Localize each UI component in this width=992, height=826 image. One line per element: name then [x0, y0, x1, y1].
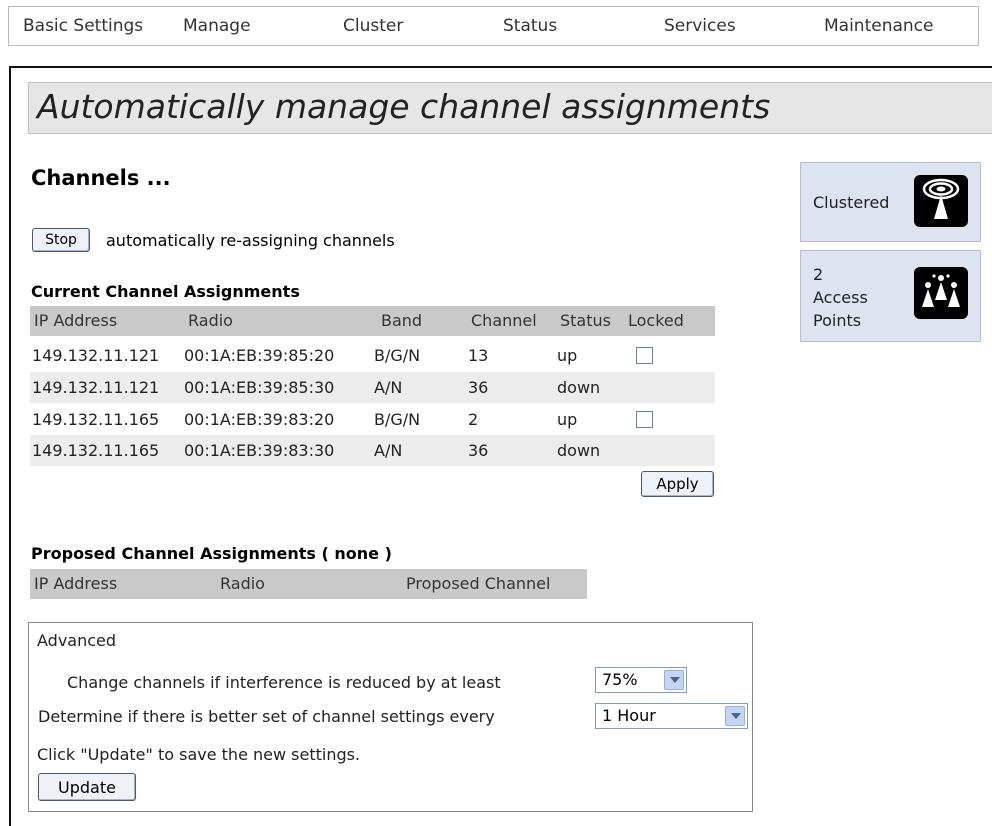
stop-button[interactable]: Stop [32, 228, 90, 252]
advanced-title: Advanced [37, 631, 117, 650]
col-radio: Radio [188, 311, 233, 330]
row-channel: 2 [468, 410, 479, 429]
row-band: B/G/N [374, 346, 421, 365]
interval-label: Determine if there is better set of chan… [38, 707, 495, 726]
row-status: up [557, 410, 578, 429]
col-ip-address: IP Address [34, 311, 118, 330]
row-band: A/N [374, 378, 403, 397]
apply-button[interactable]: Apply [641, 471, 714, 497]
page-title: Automatically manage channel assignments [37, 87, 771, 126]
col-proposed-channel: Proposed Channel [406, 574, 551, 593]
interference-label: Change channels if interference is reduc… [67, 673, 501, 692]
row-channel: 13 [468, 346, 489, 365]
tab-maintenance[interactable]: Maintenance [824, 7, 933, 45]
proposed-assignments-title: Proposed Channel Assignments ( none ) [31, 544, 392, 563]
proposed-table-header: IP Address Radio Proposed Channel [30, 569, 587, 599]
interference-select[interactable]: 75% [595, 667, 687, 693]
locked-checkbox[interactable] [636, 411, 653, 428]
access-points-tile[interactable]: 2 Access Points [800, 250, 981, 342]
col-locked: Locked [628, 311, 684, 330]
access-points-icon [914, 267, 968, 319]
tab-manage[interactable]: Manage [183, 7, 251, 45]
row-ip: 149.132.11.165 [32, 410, 160, 429]
ap-label-access: Access [813, 288, 868, 307]
col-radio: Radio [220, 574, 265, 593]
row-ip: 149.132.11.121 [32, 378, 160, 397]
row-channel: 36 [468, 378, 489, 397]
chevron-down-icon [725, 706, 745, 726]
chevron-down-icon [664, 670, 684, 690]
table-row: 149.132.11.165 00:1A:EB:39:83:20 B/G/N 2… [30, 404, 715, 435]
tab-basic-settings[interactable]: Basic Settings [23, 7, 143, 45]
clustered-label: Clustered [813, 193, 890, 212]
row-radio: 00:1A:EB:39:85:20 [184, 346, 335, 365]
tab-cluster[interactable]: Cluster [343, 7, 403, 45]
col-channel: Channel [471, 311, 537, 330]
top-navigation: Basic Settings Manage Cluster Status Ser… [8, 6, 979, 46]
row-band: B/G/N [374, 410, 421, 429]
row-radio: 00:1A:EB:39:83:20 [184, 410, 335, 429]
row-status: down [557, 441, 601, 460]
status-text: automatically re-assigning channels [106, 231, 395, 250]
row-ip: 149.132.11.121 [32, 346, 160, 365]
row-radio: 00:1A:EB:39:83:30 [184, 441, 335, 460]
table-row: 149.132.11.121 00:1A:EB:39:85:30 A/N 36 … [30, 372, 715, 403]
table-row: 149.132.11.121 00:1A:EB:39:85:20 B/G/N 1… [30, 340, 715, 371]
update-button[interactable]: Update [38, 773, 136, 801]
col-status: Status [560, 311, 611, 330]
ap-count: 2 [813, 265, 824, 284]
tab-services[interactable]: Services [664, 7, 736, 45]
clustered-tile[interactable]: Clustered [800, 162, 981, 242]
table-row: 149.132.11.165 00:1A:EB:39:83:30 A/N 36 … [30, 435, 715, 466]
current-table-header: IP Address Radio Band Channel Status Loc… [30, 306, 715, 336]
interval-select[interactable]: 1 Hour [595, 703, 748, 729]
locked-checkbox[interactable] [636, 347, 653, 364]
row-band: A/N [374, 441, 403, 460]
row-channel: 36 [468, 441, 489, 460]
ap-label-points: Points [813, 311, 862, 330]
tab-status[interactable]: Status [503, 7, 557, 45]
current-assignments-title: Current Channel Assignments [31, 282, 300, 301]
row-status: down [557, 378, 601, 397]
interval-value: 1 Hour [602, 706, 656, 725]
page-banner: Automatically manage channel assignments [28, 82, 992, 134]
wireless-cluster-icon [914, 175, 968, 227]
row-status: up [557, 346, 578, 365]
advanced-panel: Advanced Change channels if interference… [28, 622, 753, 812]
row-ip: 149.132.11.165 [32, 441, 160, 460]
col-band: Band [381, 311, 423, 330]
save-hint: Click "Update" to save the new settings. [37, 745, 361, 764]
col-ip-address: IP Address [34, 574, 118, 593]
row-radio: 00:1A:EB:39:85:30 [184, 378, 335, 397]
interference-value: 75% [602, 670, 638, 689]
section-heading: Channels ... [31, 166, 171, 190]
